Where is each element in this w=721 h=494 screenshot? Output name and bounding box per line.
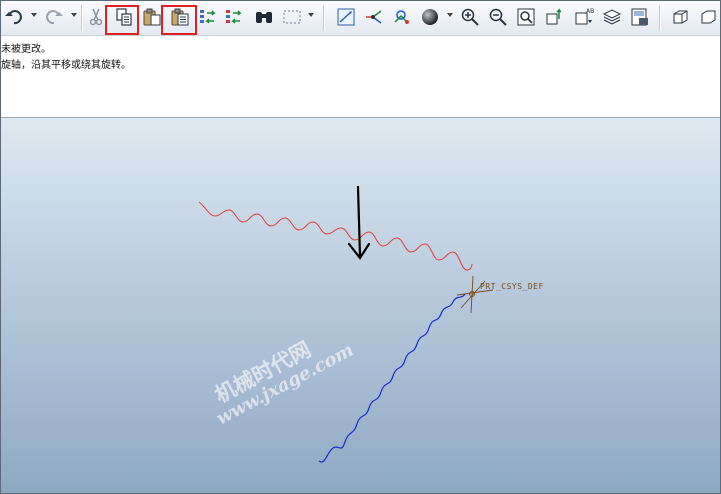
saved-views-icon[interactable]: AB xyxy=(573,6,595,28)
reorient-icon[interactable] xyxy=(543,6,565,28)
highlight-box-2 xyxy=(161,5,197,35)
pasted-curve xyxy=(318,293,466,463)
redo-icon[interactable] xyxy=(43,6,65,28)
svg-text:AB: AB xyxy=(586,8,594,15)
model-scene xyxy=(198,185,494,463)
select-box-icon[interactable] xyxy=(281,6,303,28)
refit-icon[interactable] xyxy=(515,6,537,28)
graphics-viewport[interactable]: 机械时代网 www.jxage.com PRT_CSYS_DEF xyxy=(1,118,720,493)
spin-center-icon[interactable] xyxy=(363,6,385,28)
layers-icon[interactable] xyxy=(601,6,623,28)
display-style-dropdown-icon[interactable] xyxy=(447,13,453,17)
zoom-in-icon[interactable] xyxy=(459,6,481,28)
paste-icon[interactable] xyxy=(141,6,163,28)
3d-view-2-icon[interactable] xyxy=(697,6,719,28)
zoom-out-icon[interactable] xyxy=(487,6,509,28)
cut-icon[interactable] xyxy=(85,6,107,28)
app-window: AB 1 2 未被更改。 旋轴，沿其平移或绕其旋转。 xyxy=(0,0,721,494)
orient-mode-icon[interactable] xyxy=(391,6,413,28)
original-curve xyxy=(198,201,473,271)
view-manager-icon[interactable] xyxy=(629,6,651,28)
message-line: 未被更改。 xyxy=(1,44,51,55)
toolbar-separator xyxy=(81,5,82,31)
undo-dropdown-icon[interactable] xyxy=(31,13,37,17)
toolbar-separator xyxy=(323,5,324,31)
undo-icon[interactable] xyxy=(3,6,25,28)
display-style-icon[interactable] xyxy=(419,6,441,28)
toolbar-separator xyxy=(659,5,660,31)
select-dropdown-icon[interactable] xyxy=(308,13,314,17)
pointer-arrow-icon xyxy=(347,185,371,260)
3d-view-icon[interactable] xyxy=(669,6,691,28)
highlight-box-1 xyxy=(105,5,139,35)
message-area: 未被更改。 旋轴，沿其平移或绕其旋转。 xyxy=(1,36,720,118)
redo-dropdown-icon[interactable] xyxy=(71,13,77,17)
csys-label: PRT_CSYS_DEF xyxy=(480,282,544,291)
regenerate-icon[interactable] xyxy=(197,6,219,28)
main-toolbar: AB xyxy=(1,1,720,36)
find-icon[interactable] xyxy=(253,6,275,28)
message-line: 旋轴，沿其平移或绕其旋转。 xyxy=(1,60,131,71)
regen-manager-icon[interactable] xyxy=(223,6,245,28)
repaint-icon[interactable] xyxy=(335,6,357,28)
